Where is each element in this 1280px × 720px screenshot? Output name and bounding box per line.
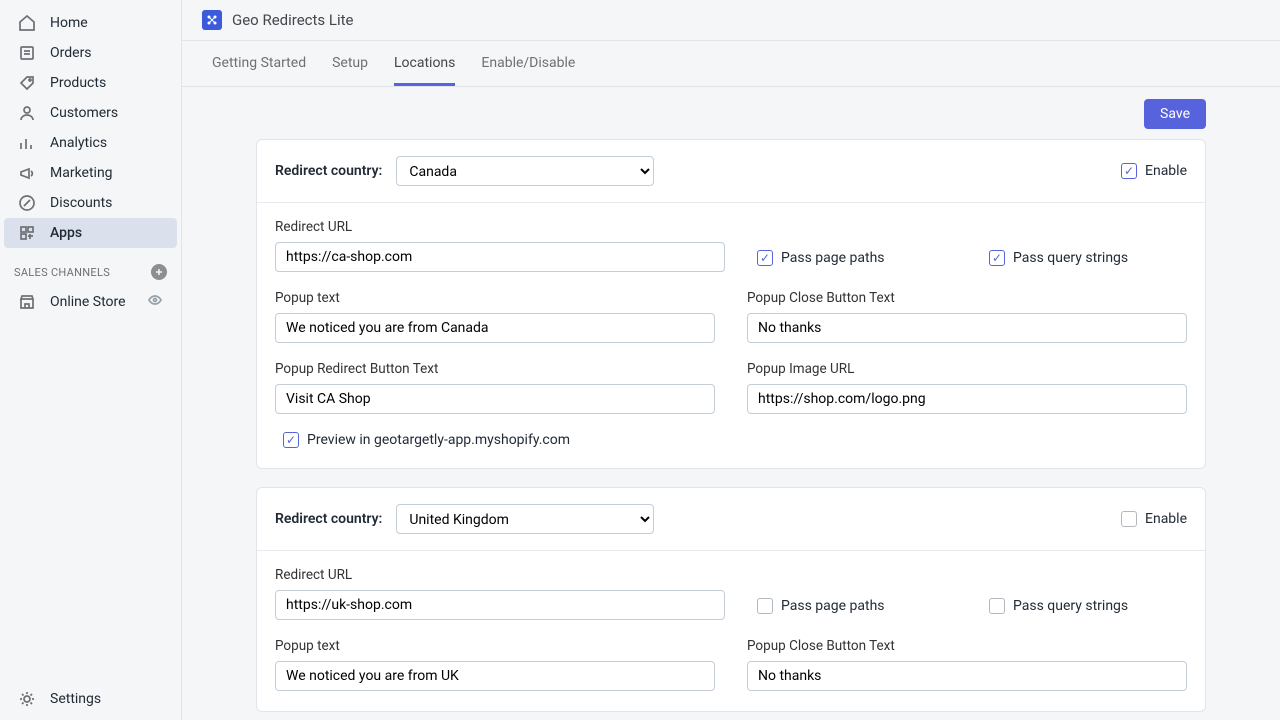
enable-checkbox[interactable]: ✓: [1121, 163, 1137, 179]
content: Save Redirect country: Canada ✓ Enable R…: [182, 87, 1280, 720]
tab-locations[interactable]: Locations: [394, 41, 455, 86]
popup-close-label: Popup Close Button Text: [747, 638, 1187, 654]
horn-icon: [18, 164, 36, 182]
save-button[interactable]: Save: [1144, 99, 1206, 129]
nav-analytics[interactable]: Analytics: [4, 128, 177, 158]
redirect-country-label: Redirect country:: [275, 163, 382, 179]
orders-icon: [18, 44, 36, 62]
preview-label: Preview in geotargetly-app.myshopify.com: [307, 432, 570, 448]
redirect-card: Redirect country: Canada ✓ Enable Redire…: [256, 139, 1206, 469]
popup-close-input[interactable]: [747, 313, 1187, 343]
nav-home[interactable]: Home: [4, 8, 177, 38]
redirect-url-label: Redirect URL: [275, 567, 725, 583]
app-header: Geo Redirects Lite: [182, 0, 1280, 41]
pass-paths-label: Pass page paths: [781, 598, 885, 614]
redirect-url-input[interactable]: [275, 242, 725, 272]
enable-label: Enable: [1145, 163, 1187, 179]
nav-discounts[interactable]: Discounts: [4, 188, 177, 218]
redirect-url-input[interactable]: [275, 590, 725, 620]
enable-checkbox[interactable]: ✓: [1121, 511, 1137, 527]
nav-settings[interactable]: Settings: [4, 684, 177, 714]
tabs: Getting Started Setup Locations Enable/D…: [182, 41, 1280, 87]
preview-checkbox[interactable]: ✓: [283, 432, 299, 448]
gear-icon: [18, 690, 36, 708]
popup-text-input[interactable]: [275, 313, 715, 343]
popup-close-input[interactable]: [747, 661, 1187, 691]
chart-icon: [18, 134, 36, 152]
nav-marketing[interactable]: Marketing: [4, 158, 177, 188]
pass-paths-checkbox[interactable]: ✓: [757, 598, 773, 614]
pass-query-checkbox[interactable]: ✓: [989, 250, 1005, 266]
country-select[interactable]: Canada: [396, 156, 654, 186]
redirect-card: Redirect country: United Kingdom ✓ Enabl…: [256, 487, 1206, 712]
main: Geo Redirects Lite Getting Started Setup…: [181, 0, 1280, 720]
pass-query-label: Pass query strings: [1013, 250, 1128, 266]
popup-text-label: Popup text: [275, 638, 715, 654]
sidebar: Home Orders Products Customers Analytics…: [0, 0, 181, 720]
enable-label: Enable: [1145, 511, 1187, 527]
popup-text-input[interactable]: [275, 661, 715, 691]
eye-icon[interactable]: [147, 292, 163, 312]
sales-channels-header: SALES CHANNELS: [0, 248, 181, 286]
popup-redirect-label: Popup Redirect Button Text: [275, 361, 715, 377]
nav-online-store[interactable]: Online Store: [4, 286, 177, 318]
popup-image-label: Popup Image URL: [747, 361, 1187, 377]
nav-customers[interactable]: Customers: [4, 98, 177, 128]
nav-list: Home Orders Products Customers Analytics…: [0, 8, 181, 248]
tag-icon: [18, 74, 36, 92]
tab-getting-started[interactable]: Getting Started: [212, 41, 306, 86]
tab-setup[interactable]: Setup: [332, 41, 368, 86]
discount-icon: [18, 194, 36, 212]
app-title: Geo Redirects Lite: [232, 11, 353, 29]
home-icon: [18, 14, 36, 32]
person-icon: [18, 104, 36, 122]
pass-paths-label: Pass page paths: [781, 250, 885, 266]
nav-orders[interactable]: Orders: [4, 38, 177, 68]
redirect-country-label: Redirect country:: [275, 511, 382, 527]
pass-query-label: Pass query strings: [1013, 598, 1128, 614]
country-select[interactable]: United Kingdom: [396, 504, 654, 534]
app-logo-icon: [202, 10, 222, 30]
store-icon: [18, 293, 36, 311]
tab-enable-disable[interactable]: Enable/Disable: [481, 41, 575, 86]
popup-close-label: Popup Close Button Text: [747, 290, 1187, 306]
popup-image-input[interactable]: [747, 384, 1187, 414]
apps-icon: [18, 224, 36, 242]
add-channel-icon[interactable]: [151, 264, 167, 280]
popup-text-label: Popup text: [275, 290, 715, 306]
pass-query-checkbox[interactable]: ✓: [989, 598, 1005, 614]
pass-paths-checkbox[interactable]: ✓: [757, 250, 773, 266]
popup-redirect-input[interactable]: [275, 384, 715, 414]
nav-apps[interactable]: Apps: [4, 218, 177, 248]
redirect-url-label: Redirect URL: [275, 219, 725, 235]
nav-products[interactable]: Products: [4, 68, 177, 98]
